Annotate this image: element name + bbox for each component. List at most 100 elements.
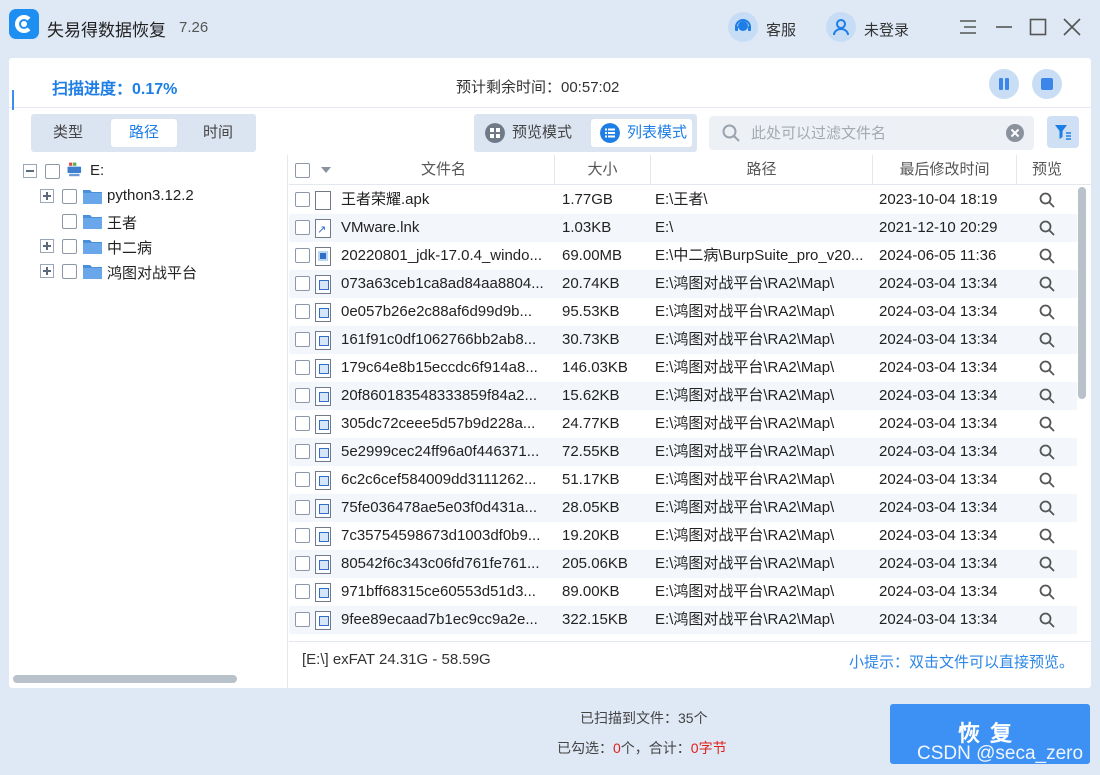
tab-path[interactable]: 路径 bbox=[111, 119, 177, 147]
tree-checkbox[interactable] bbox=[62, 264, 77, 279]
row-checkbox[interactable] bbox=[295, 416, 310, 431]
preview-search-icon[interactable] bbox=[1039, 556, 1055, 572]
table-vertical-scrollbar[interactable] bbox=[1078, 187, 1086, 399]
row-checkbox[interactable] bbox=[295, 276, 310, 291]
preview-search-icon[interactable] bbox=[1039, 444, 1055, 460]
table-row[interactable]: 80542f6c343c06fd761fe761... 205.06KB E:\鸿图… bbox=[289, 550, 1077, 578]
tab-time[interactable]: 时间 bbox=[189, 119, 247, 147]
expand-icon[interactable] bbox=[40, 264, 54, 278]
column-header-size[interactable]: 大小 bbox=[555, 155, 651, 185]
tree-node-zhongerbing[interactable]: 中二病 bbox=[40, 235, 280, 257]
maximize-icon[interactable] bbox=[1029, 18, 1047, 36]
tab-type[interactable]: 类型 bbox=[39, 119, 97, 147]
row-checkbox[interactable] bbox=[295, 500, 310, 515]
table-row[interactable]: 9fee89ecaad7b1ec9cc9a2e... 322.15KB E:\鸿图对… bbox=[289, 606, 1077, 634]
filename-filter bbox=[709, 116, 1034, 150]
tree-node-wangzhe[interactable]: 王者 bbox=[40, 210, 280, 232]
preview-search-icon[interactable] bbox=[1039, 500, 1055, 516]
row-checkbox[interactable] bbox=[295, 444, 310, 459]
row-checkbox[interactable] bbox=[295, 220, 310, 235]
preview-search-icon[interactable] bbox=[1039, 584, 1055, 600]
tree-node-hongtu[interactable]: 鸿图对战平台 bbox=[40, 260, 280, 282]
preview-mode-button[interactable]: 预览模式 bbox=[476, 119, 586, 147]
row-checkbox[interactable] bbox=[295, 612, 310, 627]
table-row[interactable]: 20f860183548333859f84a2... 15.62KB E:\鸿图对战… bbox=[289, 382, 1077, 410]
table-row[interactable]: VMware.lnk 1.03KB E:\ 2021-12-10 20:29 bbox=[289, 214, 1077, 242]
collapse-icon[interactable] bbox=[23, 164, 37, 178]
preview-search-icon[interactable] bbox=[1039, 528, 1055, 544]
close-icon[interactable] bbox=[1063, 18, 1081, 36]
title-bar: 失易得数据恢复 7.26 客服 未登录 bbox=[0, 0, 1100, 56]
row-checkbox[interactable] bbox=[295, 304, 310, 319]
row-checkbox[interactable] bbox=[295, 360, 310, 375]
tree-checkbox[interactable] bbox=[45, 164, 60, 179]
row-checkbox[interactable] bbox=[295, 472, 310, 487]
row-checkbox[interactable] bbox=[295, 248, 310, 263]
filter-button[interactable] bbox=[1047, 116, 1079, 148]
table-row[interactable]: 305dc72ceee5d57b9d228a... 24.77KB E:\鸿图对战平… bbox=[289, 410, 1077, 438]
user-icon[interactable] bbox=[826, 12, 856, 42]
table-row[interactable]: 0e057b26e2c88af6d99d9b... 95.53KB E:\鸿图对战平… bbox=[289, 298, 1077, 326]
tree-checkbox[interactable] bbox=[62, 189, 77, 204]
app-version: 7.26 bbox=[179, 19, 209, 36]
table-row[interactable]: 6c2c6cef584009dd3111262... 51.17KB E:\鸿图对战… bbox=[289, 466, 1077, 494]
pause-button[interactable] bbox=[989, 69, 1019, 99]
row-checkbox[interactable] bbox=[295, 388, 310, 403]
column-header-modified[interactable]: 最后修改时间 bbox=[873, 155, 1017, 185]
preview-search-icon[interactable] bbox=[1039, 248, 1055, 264]
stop-button[interactable] bbox=[1032, 69, 1062, 99]
preview-search-icon[interactable] bbox=[1039, 416, 1055, 432]
preview-search-icon[interactable] bbox=[1039, 304, 1055, 320]
table-row[interactable]: 75fe036478ae5e03f0d431a... 28.05KB E:\鸿图对战… bbox=[289, 494, 1077, 522]
expand-icon[interactable] bbox=[40, 239, 54, 253]
table-row[interactable]: 073a63ceb1ca8ad84aa8804... 20.74KB E:\鸿图对战… bbox=[289, 270, 1077, 298]
checked-mid: 个，合计： bbox=[620, 740, 691, 756]
tree-checkbox[interactable] bbox=[62, 239, 77, 254]
column-header-path[interactable]: 路径 bbox=[651, 155, 873, 185]
tree-node-root[interactable]: E: bbox=[23, 160, 273, 182]
preview-search-icon[interactable] bbox=[1039, 388, 1055, 404]
tree-node-python[interactable]: python3.12.2 bbox=[40, 185, 280, 207]
row-checkbox[interactable] bbox=[295, 584, 310, 599]
menu-icon[interactable] bbox=[959, 18, 977, 36]
table-row[interactable]: 王者荣耀.apk 1.77GB E:\王者\ 2023-10-04 18:19 bbox=[289, 186, 1077, 214]
progress-indicator bbox=[12, 90, 14, 110]
preview-search-icon[interactable] bbox=[1039, 192, 1055, 208]
column-header-name[interactable]: 文件名 bbox=[333, 155, 555, 185]
scanned-count: 已扫描到文件：35个 bbox=[580, 710, 708, 726]
tree-horizontal-scrollbar[interactable] bbox=[13, 675, 237, 683]
select-all-checkbox[interactable] bbox=[295, 163, 310, 178]
preview-search-icon[interactable] bbox=[1039, 332, 1055, 348]
preview-search-icon[interactable] bbox=[1039, 276, 1055, 292]
row-checkbox[interactable] bbox=[295, 556, 310, 571]
preview-search-icon[interactable] bbox=[1039, 220, 1055, 236]
directory-tree: E: python3.12.2 王者 中二病 鸿图对战平台 bbox=[9, 155, 288, 688]
file-name: 王者荣耀.apk bbox=[341, 191, 430, 208]
file-size: 15.62KB bbox=[562, 387, 620, 404]
table-row[interactable]: 5e2999cec24ff96a0f446371... 72.55KB E:\鸿图对… bbox=[289, 438, 1077, 466]
list-mode-button[interactable]: 列表模式 bbox=[591, 119, 692, 147]
tree-checkbox[interactable] bbox=[62, 214, 77, 229]
main-panel: 扫描进度：0.17% 预计剩余时间：00:57:02 类型 路径 时间 预览模式… bbox=[9, 58, 1091, 688]
expand-icon[interactable] bbox=[40, 189, 54, 203]
customer-service-icon[interactable] bbox=[728, 12, 758, 42]
search-input[interactable] bbox=[751, 122, 996, 144]
preview-search-icon[interactable] bbox=[1039, 612, 1055, 628]
file-size: 19.20KB bbox=[562, 527, 620, 544]
preview-search-icon[interactable] bbox=[1039, 472, 1055, 488]
table-row[interactable]: 161f91c0df1062766bb2ab8... 30.73KB E:\鸿图对战… bbox=[289, 326, 1077, 354]
table-row[interactable]: 7c35754598673d1003df0b9... 19.20KB E:\鸿图对战… bbox=[289, 522, 1077, 550]
customer-service-button[interactable]: 客服 bbox=[766, 19, 796, 40]
row-checkbox[interactable] bbox=[295, 192, 310, 207]
image-file-icon bbox=[315, 527, 331, 546]
login-button[interactable]: 未登录 bbox=[864, 19, 909, 40]
minimize-icon[interactable] bbox=[995, 18, 1013, 36]
table-row[interactable]: 20220801_jdk-17.0.4_windo... 69.00MB E:\中二… bbox=[289, 242, 1077, 270]
table-row[interactable]: 971bff68315ce60553d51d3... 89.00KB E:\鸿图对战… bbox=[289, 578, 1077, 606]
row-checkbox[interactable] bbox=[295, 528, 310, 543]
preview-search-icon[interactable] bbox=[1039, 360, 1055, 376]
row-checkbox[interactable] bbox=[295, 332, 310, 347]
table-row[interactable]: 179c64e8b15eccdc6f914a8... 146.03KB E:\鸿图对… bbox=[289, 354, 1077, 382]
chevron-down-icon[interactable] bbox=[321, 167, 331, 173]
clear-icon[interactable] bbox=[1005, 123, 1025, 143]
